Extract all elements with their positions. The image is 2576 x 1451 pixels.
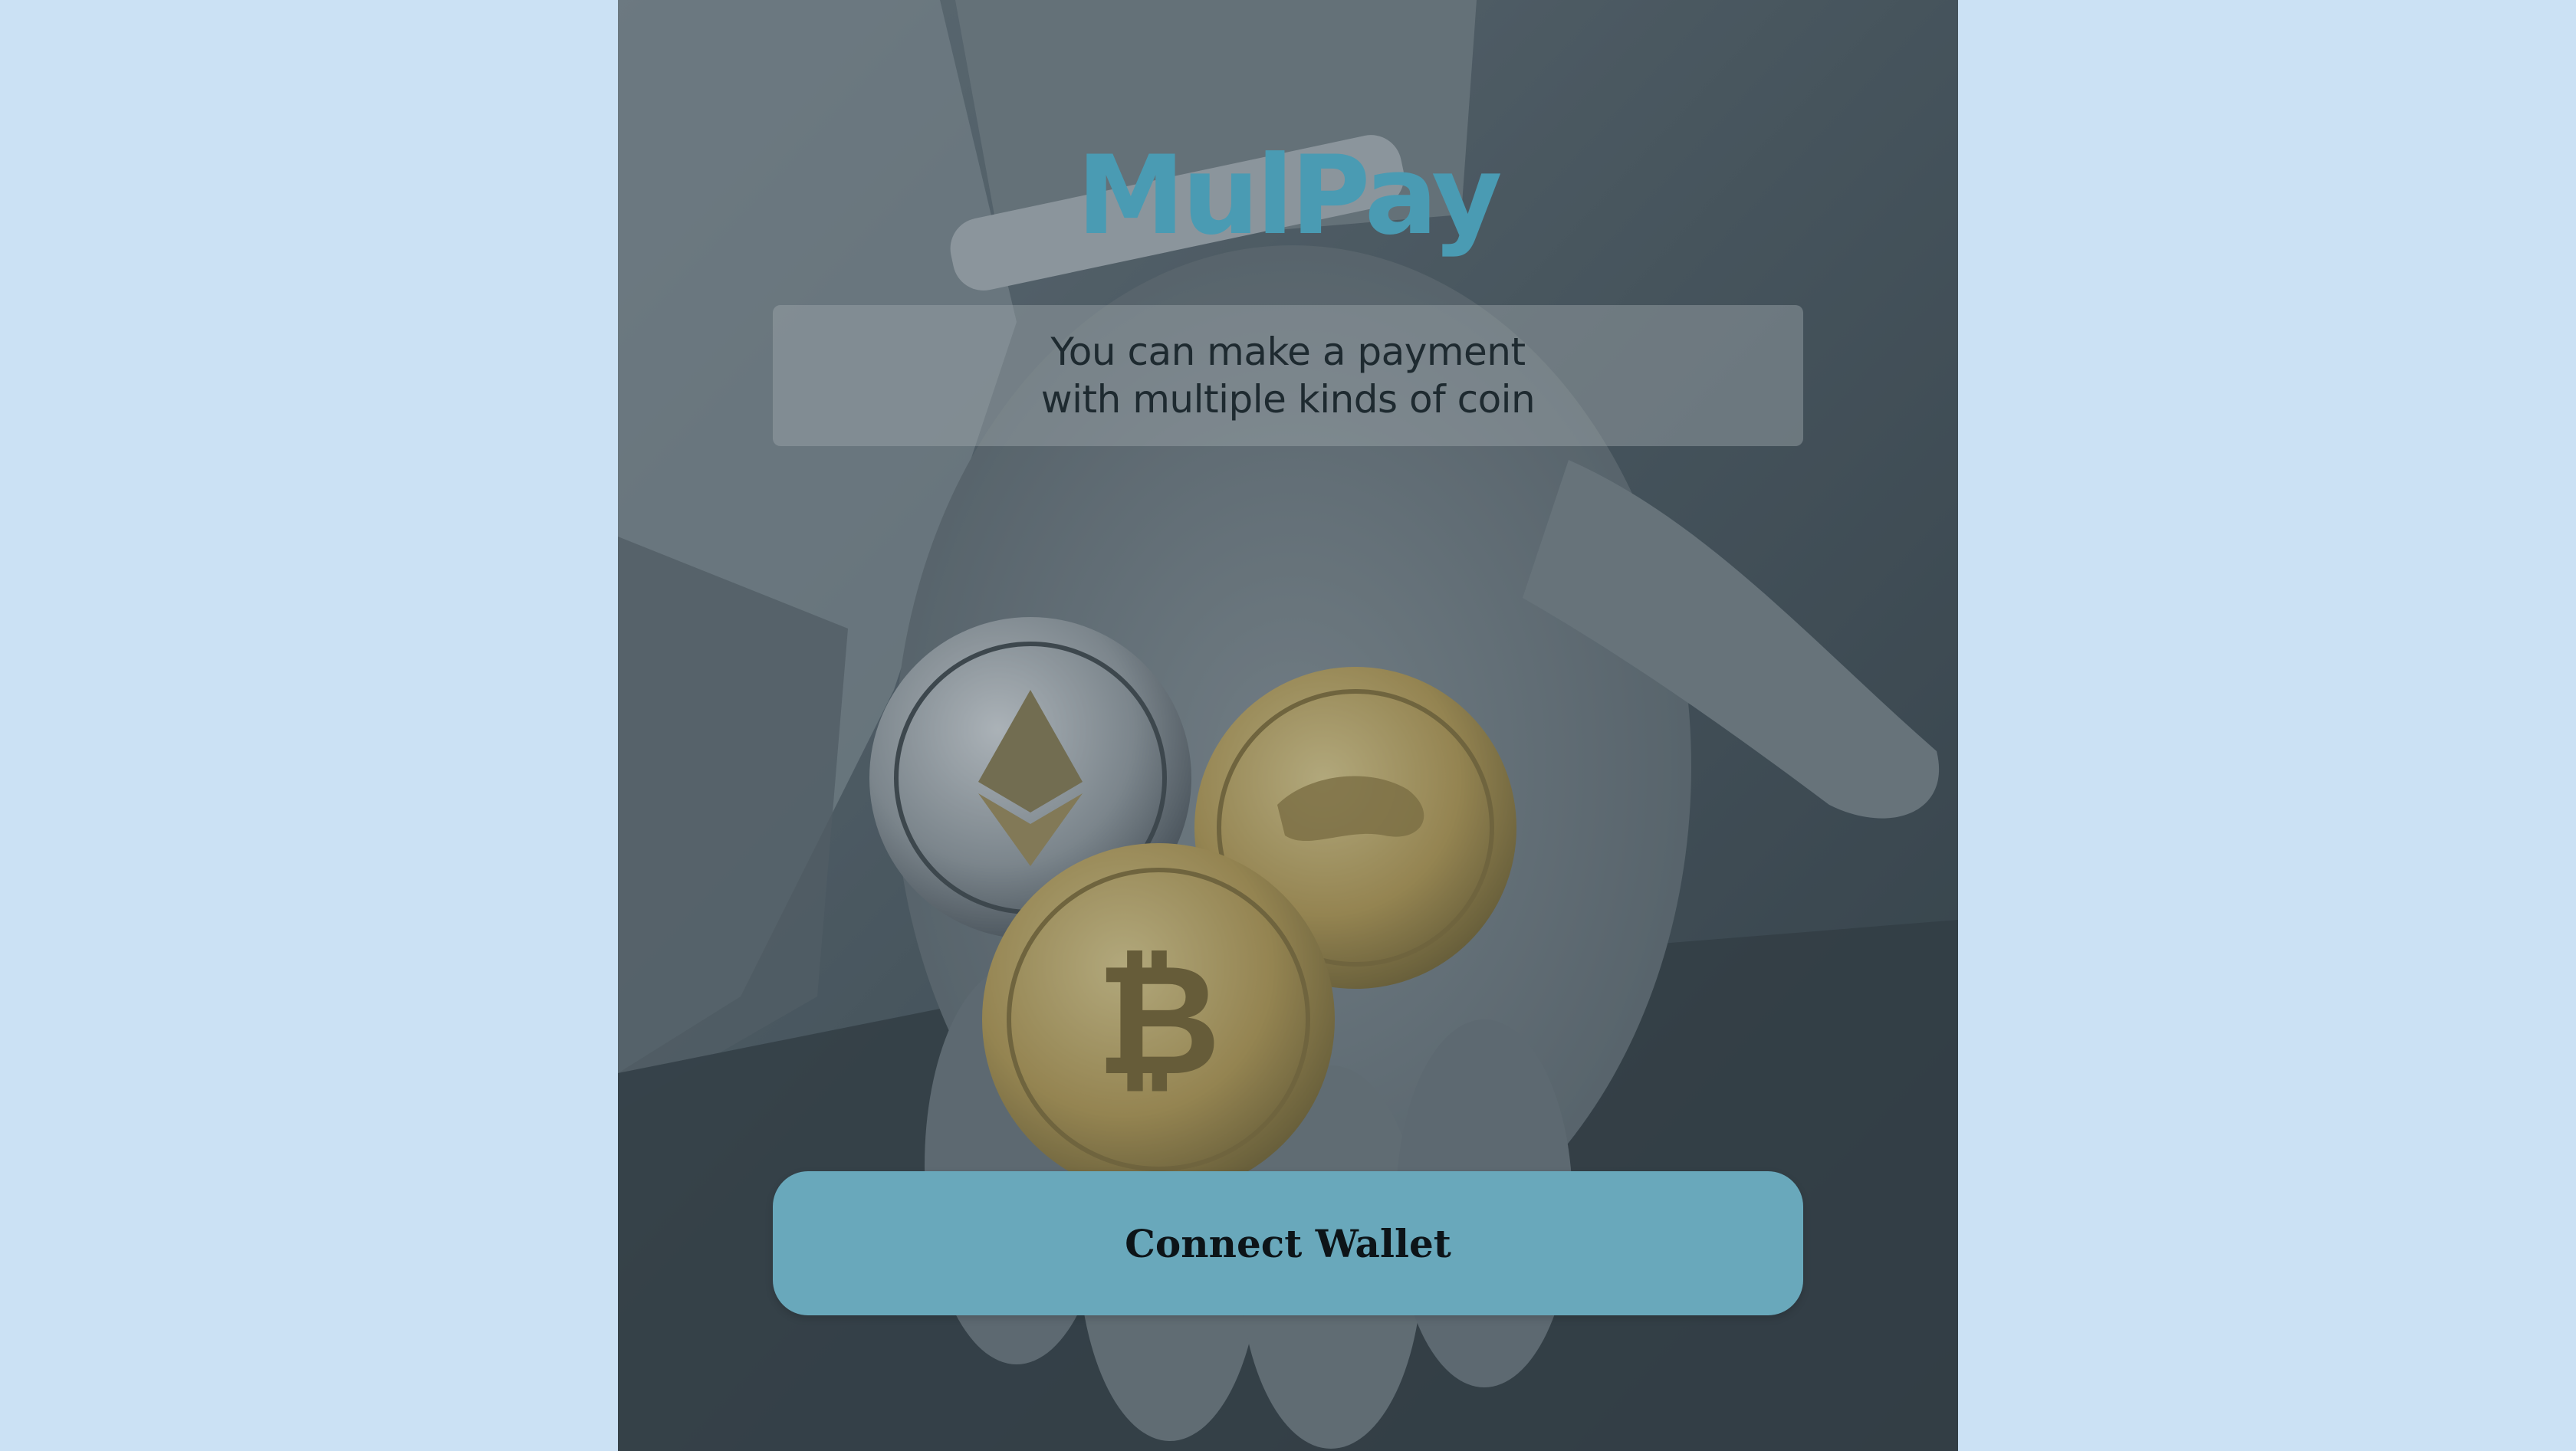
page: ₿ MulPay You can make a payment with mul… <box>0 0 2576 1451</box>
tagline-line-2: with multiple kinds of coin <box>1040 377 1536 422</box>
app-screen: ₿ MulPay You can make a payment with mul… <box>618 0 1958 1451</box>
tagline-line-1: You can make a payment <box>1050 330 1526 374</box>
connect-wallet-label: Connect Wallet <box>1125 1220 1451 1266</box>
connect-wallet-button[interactable]: Connect Wallet <box>773 1171 1803 1315</box>
tagline-card: You can make a payment with multiple kin… <box>773 305 1803 446</box>
app-logo: MulPay <box>1076 133 1502 259</box>
